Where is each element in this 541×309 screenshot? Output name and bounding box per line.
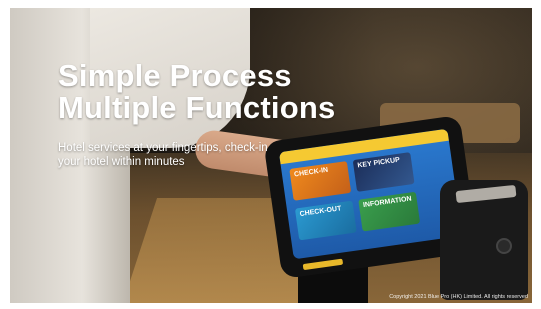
title-line-1: Simple Process bbox=[58, 58, 292, 93]
printer-indicator bbox=[496, 238, 512, 254]
hero-slide: CHECK-IN KEY PICKUP CHECK-OUT INFORMATIO… bbox=[10, 8, 532, 303]
kiosk-tile-check-in[interactable]: CHECK-IN bbox=[289, 161, 352, 201]
kiosk-tile-information[interactable]: INFORMATION bbox=[358, 191, 421, 232]
subtitle-line-1: Hotel services at your fingertips, check… bbox=[58, 142, 268, 154]
kiosk-screen[interactable]: CHECK-IN KEY PICKUP CHECK-OUT INFORMATIO… bbox=[278, 128, 463, 260]
page-subtitle: Hotel services at your fingertips, check… bbox=[58, 141, 298, 169]
printer-output-tray bbox=[455, 184, 517, 204]
kiosk-tile-label: CHECK-OUT bbox=[299, 205, 342, 219]
card-reader-slot bbox=[302, 258, 344, 271]
slide-frame: CHECK-IN KEY PICKUP CHECK-OUT INFORMATIO… bbox=[0, 0, 541, 309]
kiosk-tile-key-pickup[interactable]: KEY PICKUP bbox=[352, 152, 415, 192]
kiosk-tile-check-out[interactable]: CHECK-OUT bbox=[294, 200, 357, 241]
page-title: Simple Process Multiple Functions bbox=[58, 60, 335, 124]
kiosk-tile-label: CHECK-IN bbox=[293, 166, 329, 179]
subtitle-line-2: your hotel within minutes bbox=[58, 156, 185, 168]
copyright-notice: Copyright 2021 Blue Pro (HK) Limited. Al… bbox=[389, 294, 528, 300]
printer-unit bbox=[440, 180, 528, 300]
kiosk-tile-label: INFORMATION bbox=[362, 195, 413, 210]
kiosk-tile-label: KEY PICKUP bbox=[357, 156, 401, 170]
title-line-2: Multiple Functions bbox=[58, 90, 336, 125]
